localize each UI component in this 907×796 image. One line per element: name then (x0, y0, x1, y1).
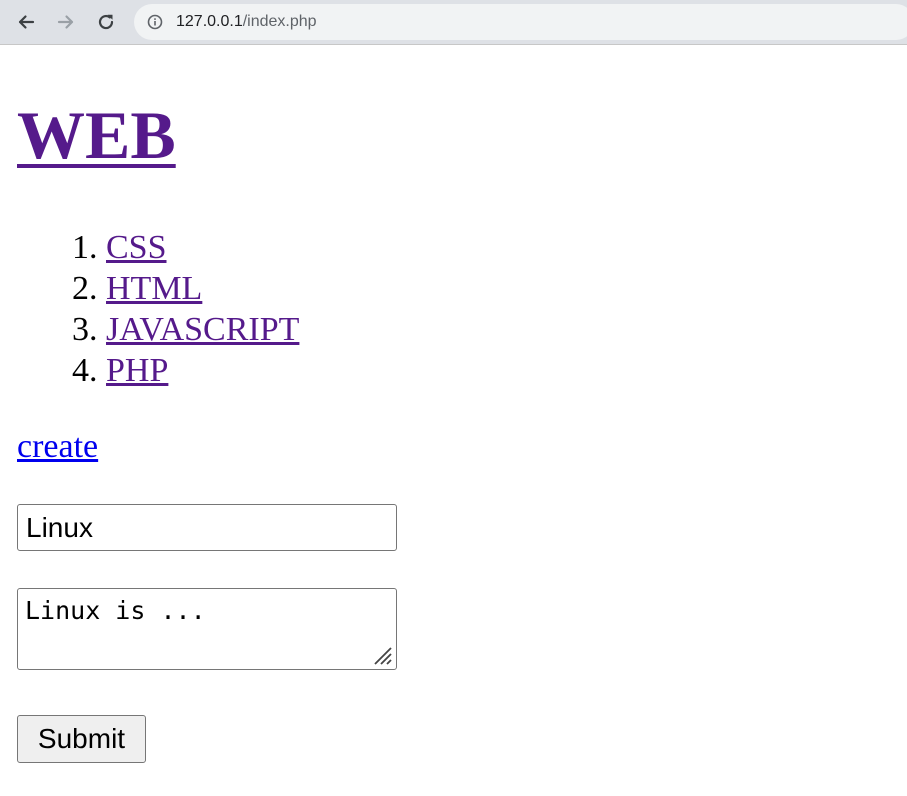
description-textarea[interactable]: Linux is ... (17, 588, 397, 670)
back-button[interactable] (12, 8, 40, 36)
list-item: PHP (106, 350, 299, 391)
info-icon[interactable] (147, 14, 163, 30)
arrow-right-icon (57, 15, 74, 29)
resize-handle-icon[interactable] (373, 646, 393, 666)
url-text: 127.0.0.1/index.php (176, 12, 317, 32)
list-item: JAVASCRIPT (106, 309, 299, 350)
forward-button[interactable] (52, 8, 80, 36)
address-bar[interactable]: 127.0.0.1/index.php (134, 4, 907, 40)
page-content: WEB CSS HTML JAVASCRIPT PHP create Linux… (0, 45, 907, 796)
browser-toolbar: 127.0.0.1/index.php (0, 0, 907, 45)
list-item: HTML (106, 268, 299, 309)
arrow-left-icon (18, 15, 35, 29)
topic-link-css[interactable]: CSS (106, 229, 167, 266)
topic-link-javascript[interactable]: JAVASCRIPT (106, 311, 299, 348)
topic-link-html[interactable]: HTML (106, 270, 202, 307)
reload-icon (98, 14, 114, 30)
title-input[interactable] (17, 504, 397, 551)
list-item: CSS (106, 227, 299, 268)
url-path: /index.php (242, 13, 317, 30)
topic-list: CSS HTML JAVASCRIPT PHP (0, 227, 299, 391)
create-link[interactable]: create (17, 426, 98, 467)
home-link[interactable]: WEB (17, 97, 176, 173)
page-title: WEB (17, 97, 176, 173)
topic-link-php[interactable]: PHP (106, 352, 168, 389)
url-host: 127.0.0.1 (176, 13, 243, 30)
submit-button[interactable]: Submit (17, 715, 146, 763)
reload-button[interactable] (92, 8, 120, 36)
